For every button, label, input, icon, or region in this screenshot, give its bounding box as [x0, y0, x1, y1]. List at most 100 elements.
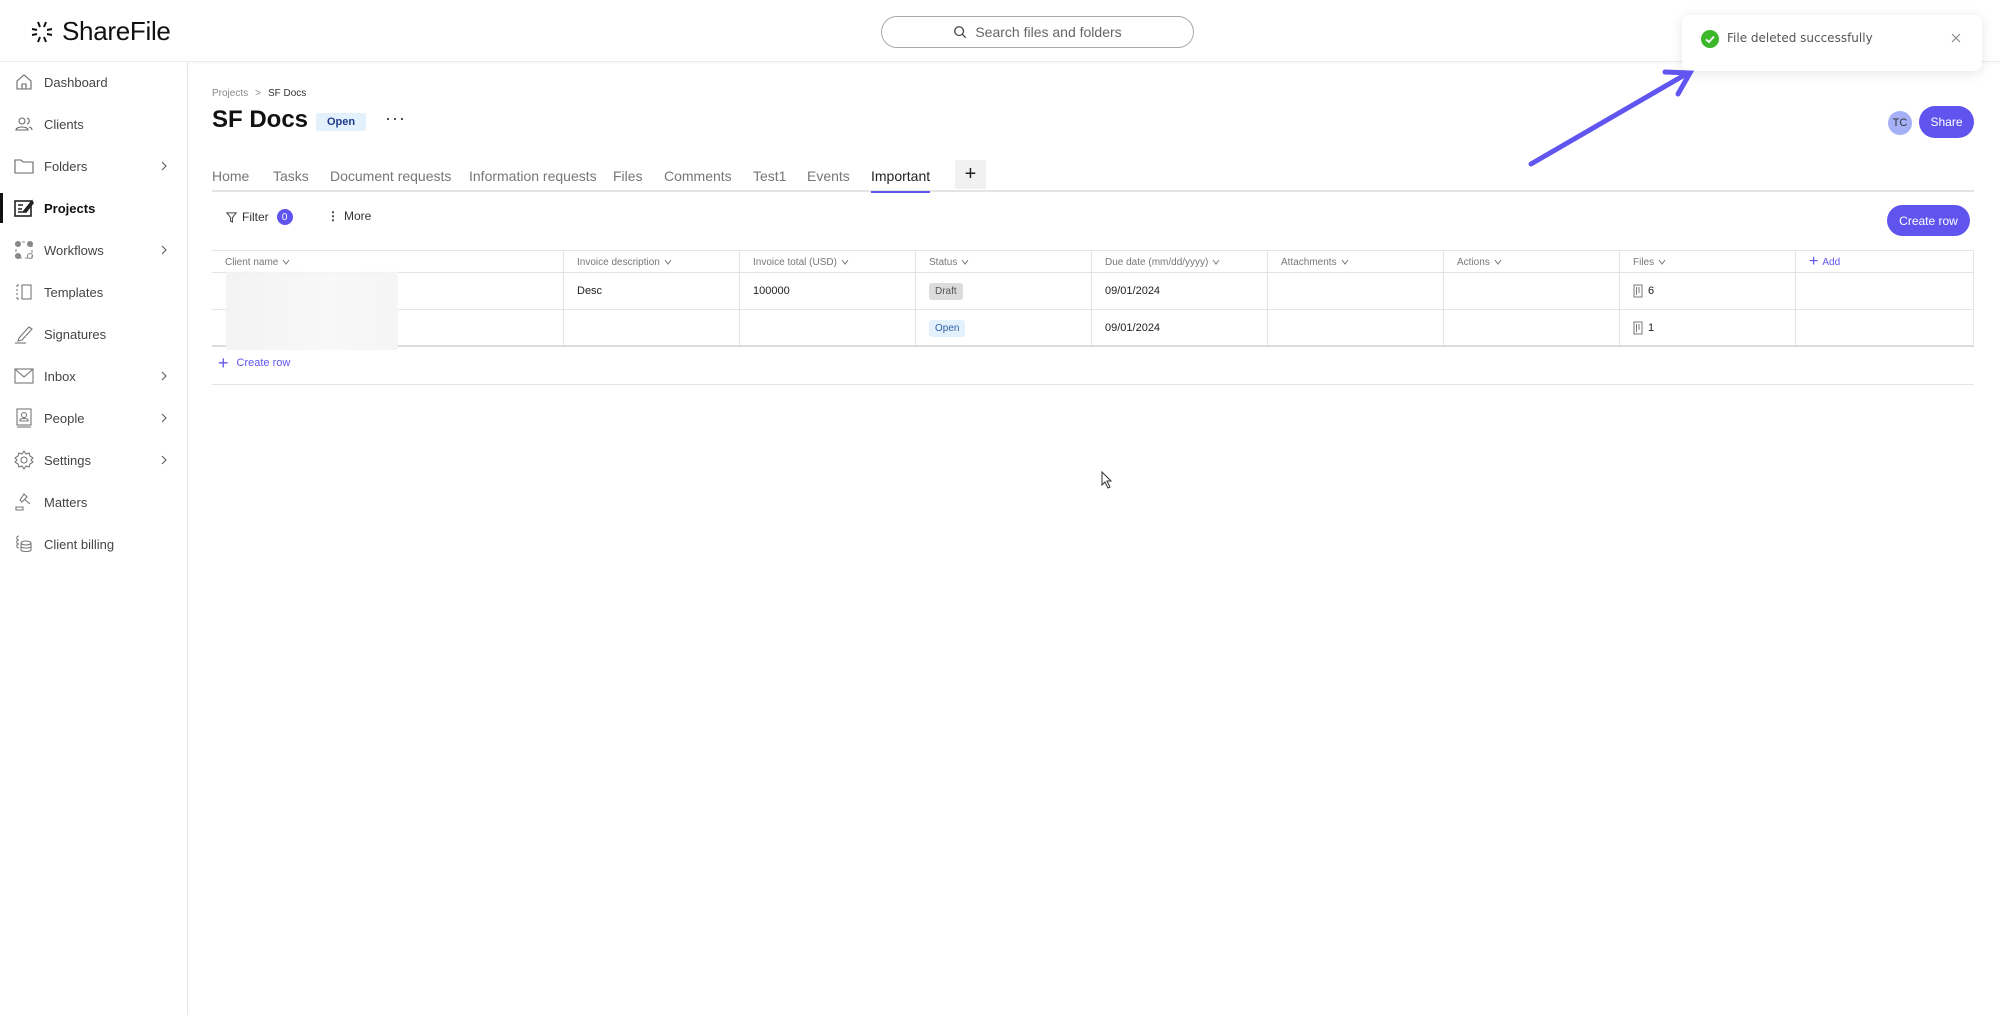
sidebar-label: People	[44, 410, 85, 426]
sidebar-item-projects[interactable]: Projects	[0, 189, 187, 227]
add-tab-button[interactable]: +	[955, 160, 986, 189]
projects-icon	[14, 198, 34, 218]
cell-files[interactable]: 6	[1620, 273, 1654, 309]
sidebar-item-signatures[interactable]: Signatures	[0, 315, 187, 353]
tab-tasks[interactable]: Tasks	[273, 168, 309, 184]
sidebar-item-folders[interactable]: Folders	[0, 147, 187, 185]
sidebar-label: Templates	[44, 284, 104, 300]
contact-book-icon	[14, 408, 34, 428]
cell-actions[interactable]	[1444, 310, 1457, 346]
column-header-files[interactable]: Files	[1620, 251, 1666, 273]
column-header-invoice-description[interactable]: Invoice description	[564, 251, 672, 273]
table-row[interactable]: Open 09/01/2024 1	[212, 310, 1974, 347]
cell-invoice-description[interactable]	[564, 310, 577, 346]
home-icon	[14, 72, 34, 92]
cell-attachments[interactable]	[1268, 310, 1281, 346]
cell-client-name[interactable]	[212, 310, 225, 346]
sidebar-label: Settings	[44, 452, 91, 468]
toast-message: File deleted successfully	[1727, 31, 1873, 45]
more-options-button[interactable]: ···	[385, 109, 406, 127]
cell-due-date[interactable]: 09/01/2024	[1092, 310, 1160, 346]
search-placeholder: Search files and folders	[975, 24, 1122, 40]
chevron-right-icon	[161, 455, 167, 465]
mouse-cursor-icon	[1101, 471, 1113, 489]
mail-icon	[14, 366, 34, 386]
chevron-down-icon	[1494, 259, 1502, 265]
sidebar-label: Client billing	[44, 536, 115, 552]
cell-attachments[interactable]	[1268, 273, 1281, 309]
column-header-actions[interactable]: Actions	[1444, 251, 1502, 273]
chevron-down-icon	[1341, 259, 1348, 265]
files-link[interactable]: 1	[1633, 321, 1654, 335]
create-row-button[interactable]: Create row	[1887, 205, 1970, 236]
chevron-right-icon	[161, 161, 167, 171]
chevron-down-icon	[282, 259, 290, 265]
pen-icon	[14, 324, 34, 344]
cell-actions[interactable]	[1444, 273, 1457, 309]
cell-invoice-description[interactable]: Desc	[564, 273, 602, 309]
cell-status[interactable]: Open	[916, 310, 966, 346]
more-button[interactable]: ⋮ More	[327, 209, 371, 223]
redacted-client-names	[226, 272, 398, 350]
cell-status[interactable]: Draft	[916, 273, 963, 309]
plus-icon: +	[218, 353, 229, 373]
sidebar-item-matters[interactable]: Matters	[0, 483, 187, 521]
more-label: More	[344, 209, 372, 223]
cell-invoice-total[interactable]: 100000	[740, 273, 790, 309]
share-button[interactable]: Share	[1919, 106, 1974, 138]
cell-due-date[interactable]: 09/01/2024	[1092, 273, 1160, 309]
add-column-button[interactable]: + Add	[1796, 251, 1840, 273]
create-row-link[interactable]: + Create row	[218, 353, 290, 373]
check-circle-icon	[1701, 30, 1719, 48]
divider	[212, 384, 1974, 385]
cell-files[interactable]: 1	[1620, 310, 1654, 346]
gavel-icon	[14, 492, 34, 512]
sidebar-item-clients[interactable]: Clients	[0, 105, 187, 143]
close-icon[interactable]	[1949, 31, 1963, 45]
column-header-attachments[interactable]: Attachments	[1268, 251, 1349, 273]
column-header-due-date[interactable]: Due date (mm/dd/yyyy)	[1092, 251, 1220, 273]
sidebar-label: Projects	[44, 200, 96, 216]
avatar[interactable]: TC	[1888, 111, 1912, 135]
sidebar-label: Signatures	[44, 326, 107, 342]
table-header: Client name Invoice description Invoice …	[212, 250, 1974, 273]
sidebar-item-templates[interactable]: Templates	[0, 273, 187, 311]
sidebar-item-people[interactable]: People	[0, 399, 187, 437]
table-row[interactable]: Desc 100000 Draft 09/01/2024 6	[212, 273, 1974, 310]
filter-button[interactable]: Filter 0	[226, 209, 293, 225]
tab-files[interactable]: Files	[613, 168, 643, 184]
tab-events[interactable]: Events	[807, 168, 850, 184]
tab-important[interactable]: Important	[871, 168, 931, 193]
tab-document-requests[interactable]: Document requests	[330, 168, 451, 184]
sidebar-label: Inbox	[44, 368, 76, 384]
sidebar-item-workflows[interactable]: Workflows	[0, 231, 187, 269]
column-header-invoice-total[interactable]: Invoice total (USD)	[740, 251, 849, 273]
tab-test1[interactable]: Test1	[753, 168, 786, 184]
sidebar-label: Folders	[44, 158, 88, 174]
chevron-down-icon	[1212, 259, 1220, 265]
cell-invoice-total[interactable]	[740, 310, 753, 346]
files-link[interactable]: 6	[1633, 284, 1654, 298]
chevron-down-icon	[664, 259, 672, 265]
search-input[interactable]: Search files and folders	[881, 16, 1194, 48]
tab-comments[interactable]: Comments	[664, 168, 732, 184]
breadcrumb: Projects > SF Docs	[212, 88, 306, 99]
filter-label: Filter	[242, 210, 269, 224]
sharefile-logo[interactable]: ShareFile	[30, 16, 171, 47]
sharefile-logo-icon	[31, 21, 53, 42]
sidebar-item-settings[interactable]: Settings	[0, 441, 187, 479]
breadcrumb-projects-link[interactable]: Projects	[212, 88, 248, 99]
tab-information-requests[interactable]: Information requests	[469, 168, 597, 184]
sidebar-item-dashboard[interactable]: Dashboard	[0, 63, 187, 101]
breadcrumb-current: SF Docs	[267, 88, 307, 99]
sidebar-item-client-billing[interactable]: Client billing	[0, 525, 187, 563]
column-header-status[interactable]: Status	[916, 251, 969, 273]
sidebar-item-inbox[interactable]: Inbox	[0, 357, 187, 395]
files-count: 1	[1648, 322, 1655, 334]
cell-client-name[interactable]	[212, 273, 225, 309]
paperclip-icon	[1633, 284, 1643, 298]
chevron-right-icon	[161, 371, 167, 381]
column-header-client-name[interactable]: Client name	[212, 251, 290, 273]
tab-home[interactable]: Home	[212, 168, 249, 184]
success-toast: File deleted successfully	[1682, 15, 1982, 71]
